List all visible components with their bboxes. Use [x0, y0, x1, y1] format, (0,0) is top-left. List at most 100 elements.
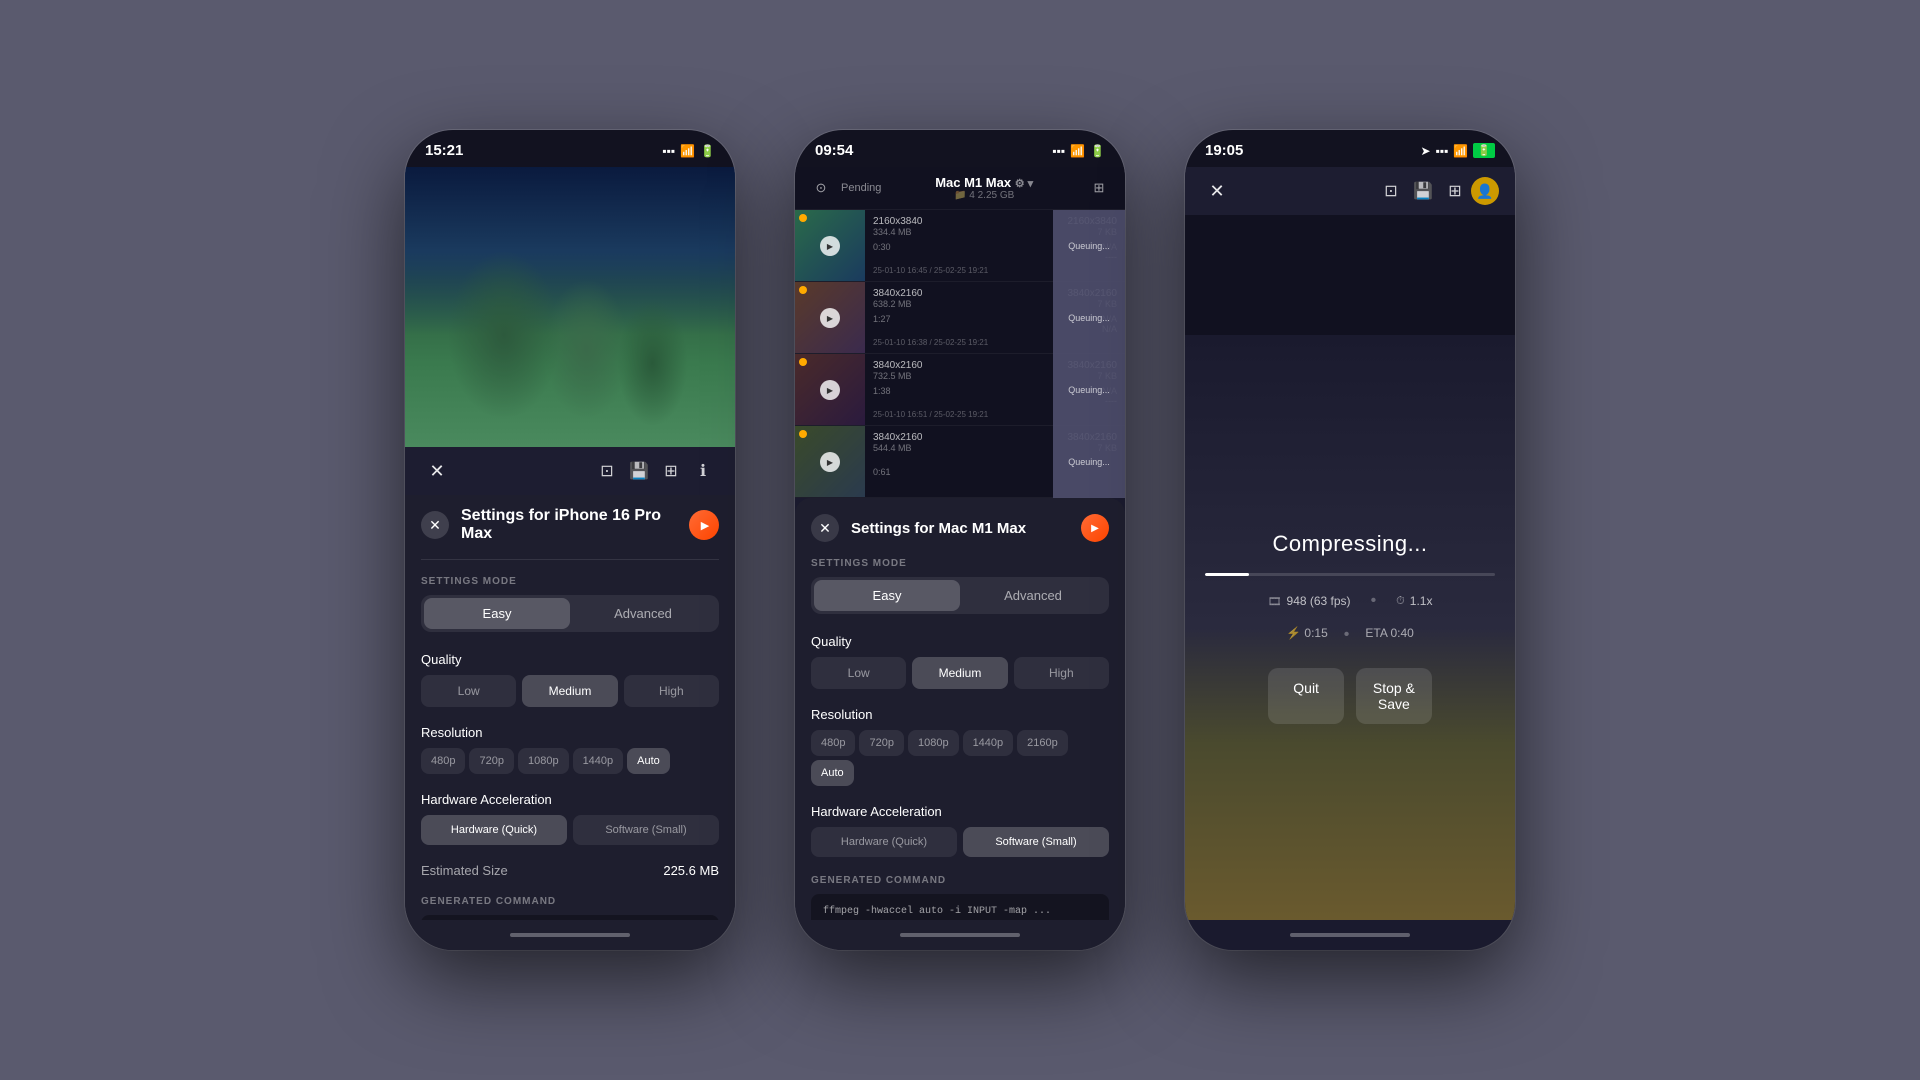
- battery-icon-2: 🔋: [1090, 144, 1105, 158]
- hw-small-btn-1[interactable]: Software (Small): [573, 815, 719, 845]
- modal-play-btn[interactable]: ▶: [1081, 514, 1109, 542]
- video-item-4[interactable]: ▶ 3840x2160 544.4 MB 3840x2160 7 KB: [795, 426, 1125, 498]
- video-item-3[interactable]: ▶ 3840x2160 732.5 MB 3840x2160 7 KB: [795, 354, 1125, 426]
- video-size-3: 732.5 MB: [873, 371, 923, 381]
- mac-device-info: 📁 4 2.25 GB: [889, 190, 1079, 201]
- mode-easy-btn-2[interactable]: Easy: [814, 580, 960, 611]
- mac-settings-modal: ✕ Settings for Mac M1 Max ▶ SETTINGS MOD…: [795, 498, 1125, 920]
- queuing-badge-4: Queuing...: [1053, 426, 1125, 498]
- phone-mac: 09:54 ▪▪▪ 📶 🔋 ⊙ Pending Mac M1 Max ⚙ ▾ 📁…: [795, 130, 1125, 950]
- save-icon-3[interactable]: 💾: [1407, 175, 1439, 207]
- thumb-play-2: ▶: [820, 308, 840, 328]
- speed-value: 1.1x: [1410, 594, 1433, 608]
- video-res-1: 2160x3840: [873, 216, 923, 227]
- toolbar-3: ✕ ⊡ 💾 ⊞ 👤: [1185, 167, 1515, 215]
- settings-close-btn-1[interactable]: ✕: [421, 511, 449, 539]
- hardware-section-1: Hardware Acceleration Hardware (Quick) S…: [421, 792, 719, 845]
- hw-quick-btn-2[interactable]: Hardware (Quick): [811, 827, 957, 857]
- wifi-icon-1: 📶: [680, 144, 695, 158]
- quality-high-btn-2[interactable]: High: [1014, 657, 1109, 689]
- elapsed-item: ⚡ 0:15: [1286, 626, 1328, 644]
- quality-section-1: Quality Low Medium High: [421, 652, 719, 707]
- stat-divider: •: [1371, 592, 1377, 610]
- mode-advanced-btn-2[interactable]: Advanced: [960, 580, 1106, 611]
- compress-area: Compressing... 🎞 948 (63 fps) • ⏱ 1.1x ⚡…: [1185, 335, 1515, 920]
- screenshot-icon-3[interactable]: ⊡: [1375, 175, 1407, 207]
- quality-low-btn-1[interactable]: Low: [421, 675, 516, 707]
- info-icon-1[interactable]: ℹ: [687, 455, 719, 487]
- res-2160-2[interactable]: 2160p: [1017, 730, 1068, 756]
- command-label-2: GENERATED COMMAND: [811, 875, 1109, 886]
- mac-settings-icon: ⚙ ▾: [1015, 178, 1033, 190]
- phone-iphone: 15:21 ▪▪▪ 📶 🔋 ✕ ⊡ 💾 ⊞ ℹ ✕ Settings for i…: [405, 130, 735, 950]
- thumb-play-1: ▶: [820, 236, 840, 256]
- hw-buttons-2: Hardware (Quick) Software (Small): [811, 827, 1109, 857]
- status-time-1: 15:21: [425, 142, 463, 159]
- mode-toggle-2: Easy Advanced: [811, 577, 1109, 614]
- quality-label-1: Quality: [421, 652, 719, 667]
- resolution-label-2: Resolution: [811, 707, 1109, 722]
- screenshot-icon-1[interactable]: ⊡: [591, 455, 623, 487]
- thumb-dot-1: [799, 214, 807, 222]
- mode-easy-btn-1[interactable]: Easy: [424, 598, 570, 629]
- hw-small-btn-2[interactable]: Software (Small): [963, 827, 1109, 857]
- share-icon-3[interactable]: ⊞: [1439, 175, 1471, 207]
- res-1440-1[interactable]: 1440p: [573, 748, 624, 774]
- avatar-icon-3[interactable]: 👤: [1471, 177, 1499, 205]
- res-480-2[interactable]: 480p: [811, 730, 855, 756]
- res-1080-1[interactable]: 1080p: [518, 748, 569, 774]
- time-divider: •: [1344, 626, 1350, 644]
- close-button-1[interactable]: ✕: [421, 455, 453, 487]
- progress-bar-bg: [1205, 573, 1495, 576]
- queuing-badge-2: Queuing...: [1053, 282, 1125, 354]
- home-indicator-3: [1185, 920, 1515, 950]
- eta-item: ETA 0:40: [1365, 626, 1413, 644]
- status-icons-1: ▪▪▪ 📶 🔋: [662, 144, 715, 158]
- modal-header: ✕ Settings for Mac M1 Max ▶: [811, 514, 1109, 542]
- settings-play-btn-1[interactable]: [689, 510, 719, 540]
- hw-quick-btn-1[interactable]: Hardware (Quick): [421, 815, 567, 845]
- command-section-1: GENERATED COMMAND ffmpeg -hwaccel auto -…: [421, 896, 719, 920]
- modal-close-btn[interactable]: ✕: [811, 514, 839, 542]
- res-1080-2[interactable]: 1080p: [908, 730, 959, 756]
- hardware-section-2: Hardware Acceleration Hardware (Quick) S…: [811, 804, 1109, 857]
- quality-low-btn-2[interactable]: Low: [811, 657, 906, 689]
- quality-high-btn-1[interactable]: High: [624, 675, 719, 707]
- video-item-2[interactable]: ▶ 3840x2160 638.2 MB 3840x2160 7 KB: [795, 282, 1125, 354]
- video-dur-1: 0:30: [873, 242, 891, 262]
- video-item-1[interactable]: ▶ 2160x3840 334.4 MB 2160x3840 7 KB: [795, 210, 1125, 282]
- wallpaper-1: [405, 167, 735, 447]
- settings-panel-1: ✕ Settings for iPhone 16 Pro Max SETTING…: [405, 495, 735, 920]
- hardware-label-2: Hardware Acceleration: [811, 804, 1109, 819]
- video-res-4: 3840x2160: [873, 432, 923, 443]
- quality-buttons-1: Low Medium High: [421, 675, 719, 707]
- mode-section-1: SETTINGS MODE Easy Advanced: [421, 576, 719, 632]
- save-icon-1[interactable]: 💾: [623, 455, 655, 487]
- quality-medium-btn-1[interactable]: Medium: [522, 675, 617, 707]
- queuing-badge-3: Queuing...: [1053, 354, 1125, 426]
- status-icons-3: ➤ ▪▪▪ 📶 🔋: [1421, 143, 1495, 158]
- quit-button[interactable]: Quit: [1268, 668, 1344, 724]
- video-size-4: 544.4 MB: [873, 443, 923, 453]
- res-720-2[interactable]: 720p: [859, 730, 903, 756]
- stop-save-button[interactable]: Stop & Save: [1356, 668, 1432, 724]
- video-dur-2: 1:27: [873, 314, 891, 334]
- queuing-badge-1: Queuing...: [1053, 210, 1125, 282]
- close-button-3[interactable]: ✕: [1201, 175, 1233, 207]
- res-480-1[interactable]: 480p: [421, 748, 465, 774]
- res-1440-2[interactable]: 1440p: [963, 730, 1014, 756]
- video-thumb-4: ▶: [795, 426, 865, 498]
- quality-medium-btn-2[interactable]: Medium: [912, 657, 1007, 689]
- res-auto-1[interactable]: Auto: [627, 748, 670, 774]
- res-720-1[interactable]: 720p: [469, 748, 513, 774]
- mode-toggle-1: Easy Advanced: [421, 595, 719, 632]
- home-bar-3: [1290, 933, 1410, 937]
- thumb-play-3: ▶: [820, 380, 840, 400]
- res-auto-2[interactable]: Auto: [811, 760, 854, 786]
- export-icon[interactable]: ⊞: [1087, 176, 1111, 200]
- thumb-dot-4: [799, 430, 807, 438]
- mode-advanced-btn-1[interactable]: Advanced: [570, 598, 716, 629]
- modal-title: Settings for Mac M1 Max: [851, 520, 1081, 537]
- status-icons-2: ▪▪▪ 📶 🔋: [1052, 144, 1105, 158]
- share-icon-1[interactable]: ⊞: [655, 455, 687, 487]
